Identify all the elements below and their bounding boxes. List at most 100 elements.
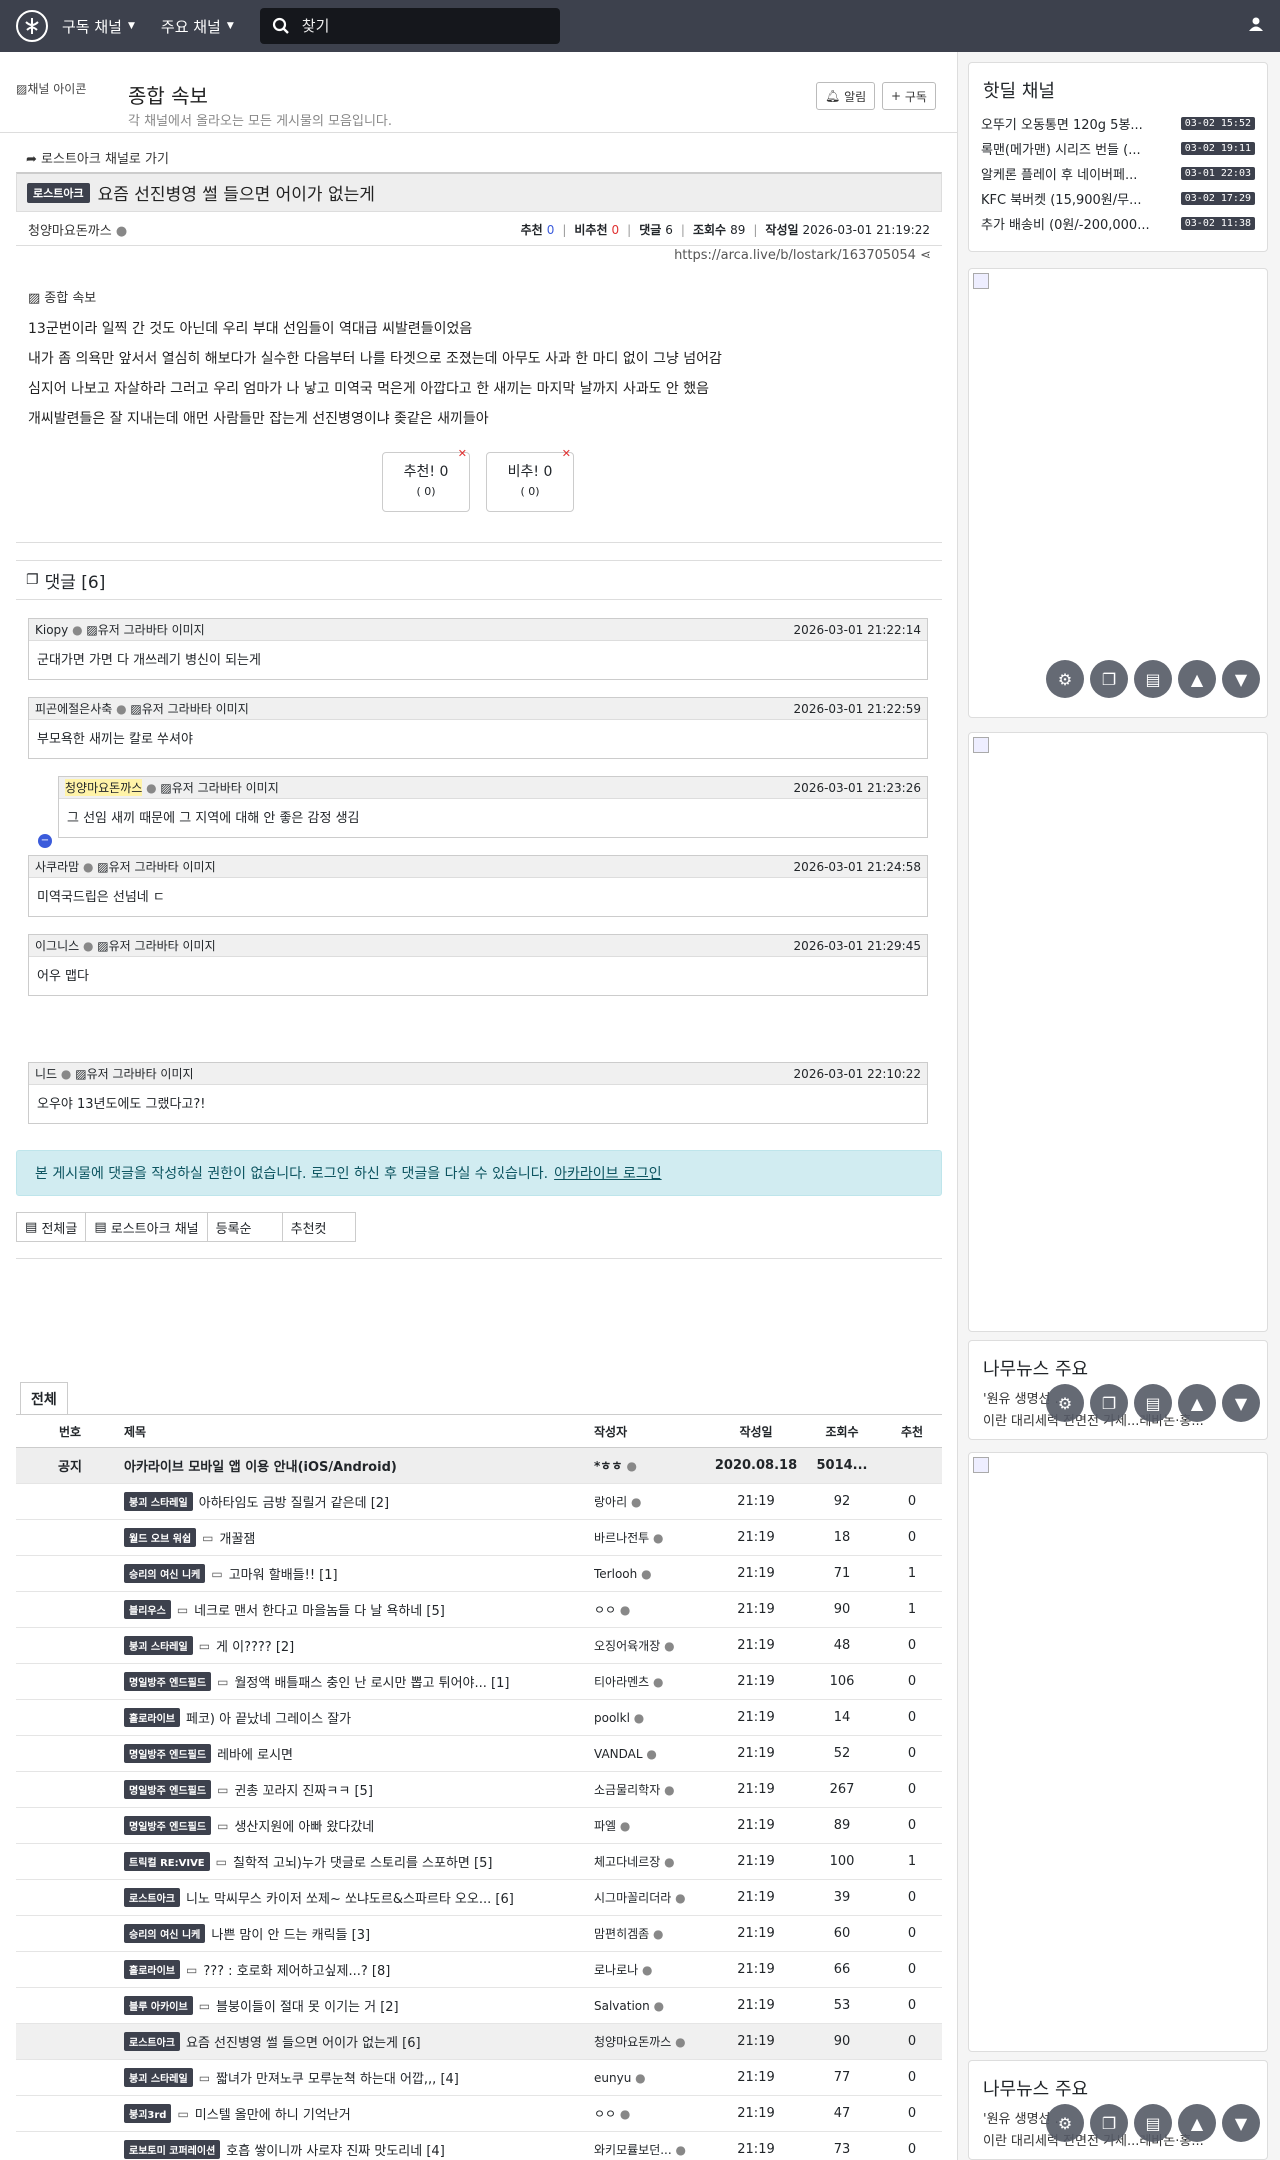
copy-icon[interactable]: ❐ <box>1090 1384 1128 1422</box>
settings-gear-icon[interactable]: ⚙ <box>1046 2104 1084 2142</box>
post-author[interactable]: ㅇㅇ ● <box>594 1601 710 1618</box>
login-link[interactable]: 아카라이브 로그인 <box>554 1163 662 1183</box>
vote-up-button[interactable]: 추천! 0 ( 0) ✕ <box>382 447 470 512</box>
post-title-cell[interactable]: 붕괴 스타레일 아하타임도 금방 질릴거 같은데 [2] <box>124 1492 594 1511</box>
settings-gear-icon[interactable]: ⚙ <box>1046 1384 1084 1422</box>
post-title-cell[interactable]: 블루 아카이브 ▭ 블붕이들이 절대 못 이기는 거 [2] <box>124 1996 594 2015</box>
table-row[interactable]: 붕괴 스타레일 아하타임도 금방 질릴거 같은데 [2] 랑아리 ● 21:19 92 0 <box>16 1484 942 1520</box>
post-title-cell[interactable]: 월드 오브 워쉽 ▭ 개꿀잼 <box>124 1528 594 1547</box>
post-author[interactable]: 티아라멘츠 ● <box>594 1673 710 1690</box>
scroll-up-icon[interactable]: ▲ <box>1178 1384 1216 1422</box>
scroll-down-icon[interactable]: ▼ <box>1222 2104 1260 2142</box>
table-row[interactable]: 명일방주 엔드필드 ▭ 생산지원에 아빠 왔다갔네 파엘 ● 21:19 89 0 <box>16 1808 942 1844</box>
hotdeal-item[interactable]: 알케론 플레이 후 네이버페... 03-01 22:03 <box>969 161 1267 186</box>
back-to-channel-link[interactable]: ➦ 로스트아크 채널로 가기 <box>26 148 169 167</box>
post-title-cell[interactable]: 승리의 여신 니케 ▭ 고마워 할배들!! [1] <box>124 1564 594 1583</box>
post-author[interactable]: ㅇㅇ ● <box>594 2105 710 2122</box>
user-icon[interactable] <box>1248 16 1264 36</box>
vote-down-button[interactable]: 비추! 0 ( 0) ✕ <box>486 447 574 512</box>
list-icon[interactable]: ▤ <box>1134 2104 1172 2142</box>
post-title-cell[interactable]: 붕괴 스타레일 ▭ 짧녀가 만져노쿠 모루눈쳑 하는대 어깝,,, [4] <box>124 2068 594 2087</box>
filter-lostark-channel[interactable]: ▤ 로스트아크 채널 <box>85 1212 208 1242</box>
comment-author[interactable]: 피곤에절은사축 <box>35 700 112 717</box>
post-author[interactable]: Terlooh ● <box>594 1567 710 1581</box>
table-row[interactable]: 붕괴 스타레일 ▭ 짧녀가 만져노쿠 모루눈쳑 하는대 어깝,,, [4] eunyu… <box>16 2060 942 2096</box>
post-author[interactable]: 파엘 ● <box>594 1817 710 1834</box>
list-icon[interactable]: ▤ <box>1134 660 1172 698</box>
scroll-down-icon[interactable]: ▼ <box>1222 660 1260 698</box>
scroll-down-icon[interactable]: ▼ <box>1222 1384 1260 1422</box>
table-row[interactable]: 로보토미 코퍼레이션 호흡 쌓이니까 사로쟈 진짜 맛도리네 [4] 와키모률보던.… <box>16 2132 942 2160</box>
subscribe-button[interactable]: + 구독 <box>882 82 936 110</box>
notice-row[interactable]: 공지 아카라이브 모바일 앱 이용 안내(iOS/Android) *ㅎㅎ ● … <box>16 1448 942 1484</box>
filter-recommend-cut[interactable]: 추천컷 <box>281 1212 356 1242</box>
table-row[interactable]: 승리의 여신 니케 ▭ 고마워 할배들!! [1] Terlooh ● 21:19 71 1 <box>16 1556 942 1592</box>
post-title-cell[interactable]: 명일방주 엔드필드 ▭ 월정액 배틀패스 충인 난 로시만 뽑고 튀어야... [1… <box>124 1672 594 1691</box>
post-author[interactable]: 청양마요돈까스 ● <box>594 2033 710 2050</box>
table-row[interactable]: 명일방주 엔드필드 ▭ 월정액 배틀패스 충인 난 로시만 뽑고 튀어야... [1… <box>16 1664 942 1700</box>
post-title-cell[interactable]: 명일방주 엔드필드 ▭ 귄총 꼬라지 진짜ㅋㅋ [5] <box>124 1780 594 1799</box>
post-author[interactable]: 랑아리 ● <box>594 1493 710 1510</box>
copy-icon[interactable]: ❐ <box>1090 660 1128 698</box>
table-row[interactable]: 블루 아카이브 ▭ 블붕이들이 절대 못 이기는 거 [2] Salvation ● 2… <box>16 1988 942 2024</box>
post-author[interactable]: 바르나전투 ● <box>594 1529 710 1546</box>
post-author[interactable]: 로나로나 ● <box>594 1961 710 1978</box>
post-title-cell[interactable]: 붕괴 스타레일 ▭ 게 이???? [2] <box>124 1636 594 1655</box>
copy-icon[interactable]: ❐ <box>1090 2104 1128 2142</box>
post-title-cell[interactable]: 로스트아크 요즘 선진병영 썰 들으면 어이가 없는게 [6] <box>124 2032 594 2051</box>
table-row[interactable]: 붕괴3rd ▭ 미스텔 올만에 하니 기억난거 ㅇㅇ ● 21:19 47 0 <box>16 2096 942 2132</box>
table-row[interactable]: 월드 오브 워쉽 ▭ 개꿀잼 바르나전투 ● 21:19 18 0 <box>16 1520 942 1556</box>
post-author[interactable]: Salvation ● <box>594 1999 710 2013</box>
scroll-up-icon[interactable]: ▲ <box>1178 2104 1216 2142</box>
table-row[interactable]: 홀로라이브 페코) 아 끝났네 그레이스 잘가 poolkl ● 21:19 14 0 <box>16 1700 942 1736</box>
post-author[interactable]: 시그마꼴리더라 ● <box>594 1889 710 1906</box>
main-channels-menu[interactable]: 주요 채널 ▼ <box>161 16 234 37</box>
filter-all-posts[interactable]: ▤ 전체글 <box>16 1212 87 1242</box>
post-author[interactable]: poolkl ● <box>594 1711 710 1725</box>
post-author[interactable]: VANDAL ● <box>594 1747 710 1761</box>
site-logo-icon[interactable] <box>16 10 48 42</box>
hotdeal-item[interactable]: KFC 북버켓 (15,900원/무... 03-02 17:29 <box>969 186 1267 211</box>
table-row[interactable]: 명일방주 엔드필드 레바에 로시면 VANDAL ● 21:19 52 0 <box>16 1736 942 1772</box>
table-row[interactable]: 승리의 여신 니케 나쁜 맘이 안 드는 캐릭들 [3] 맘편히겜좀 ● 21:19 6… <box>16 1916 942 1952</box>
post-title-cell[interactable]: 홀로라이브 페코) 아 끝났네 그레이스 잘가 <box>124 1708 594 1727</box>
post-title-cell[interactable]: 명일방주 엔드필드 ▭ 생산지원에 아빠 왔다갔네 <box>124 1816 594 1835</box>
post-title-cell[interactable]: 로보토미 코퍼레이션 호흡 쌓이니까 사로쟈 진짜 맛도리네 [4] <box>124 2140 594 2159</box>
table-row[interactable]: 명일방주 엔드필드 ▭ 귄총 꼬라지 진짜ㅋㅋ [5] 소금물리학자 ● 21:19 26… <box>16 1772 942 1808</box>
post-title-cell[interactable]: 승리의 여신 니케 나쁜 맘이 안 드는 캐릭들 [3] <box>124 1924 594 1943</box>
comment-author[interactable]: 니드 <box>35 1065 57 1082</box>
comment-author[interactable]: Kiopy <box>35 623 68 637</box>
list-tab-all[interactable]: 전체 <box>20 1382 68 1414</box>
table-row[interactable]: 트릭컬 RE:VIVE ▭ 칠학적 고뇌)누가 댓글로 스토리를 스포하면 [5] 체… <box>16 1844 942 1880</box>
post-author[interactable]: 체고다네르장 ● <box>594 1853 710 1870</box>
post-author[interactable]: 맘편히겜좀 ● <box>594 1925 710 1942</box>
post-title-cell[interactable]: 블리우스 ▭ 네크로 맨서 한다고 마을놈들 다 날 욕하네 [5] <box>124 1600 594 1619</box>
post-author[interactable]: eunyu ● <box>594 2071 710 2085</box>
table-row[interactable]: 붕괴 스타레일 ▭ 게 이???? [2] 오징어육개장 ● 21:19 48 0 <box>16 1628 942 1664</box>
post-title-cell[interactable]: 로스트아크 니노 막씨무스 카이저 쏘제~ 쏘냐도르&스파르타 오오... [6] <box>124 1888 594 1907</box>
filter-sort-order[interactable]: 등록순 <box>206 1212 283 1242</box>
article-author[interactable]: 청양마요돈까스 ● <box>28 220 127 239</box>
category-badge[interactable]: 로스트아크 <box>27 182 90 203</box>
hotdeal-item[interactable]: 오뚜기 오동통면 120g 5봉... 03-02 15:52 <box>969 111 1267 136</box>
scroll-up-icon[interactable]: ▲ <box>1178 660 1216 698</box>
table-row[interactable]: 로스트아크 요즘 선진병영 썰 들으면 어이가 없는게 [6] 청양마요돈까스 ● 2… <box>16 2024 942 2060</box>
comment-author[interactable]: 사쿠라맘 <box>35 858 79 875</box>
post-author[interactable]: 소금물리학자 ● <box>594 1781 710 1798</box>
alarm-button[interactable]: 🔔︎ 알림 <box>816 82 876 110</box>
subscribed-channels-menu[interactable]: 구독 채널 ▼ <box>62 16 135 37</box>
list-icon[interactable]: ▤ <box>1134 1384 1172 1422</box>
hotdeal-item[interactable]: 추가 배송비 (0원/-200,000... 03-02 11:38 <box>969 211 1267 236</box>
post-author[interactable]: 오징어육개장 ● <box>594 1637 710 1654</box>
table-row[interactable]: 블리우스 ▭ 네크로 맨서 한다고 마을놈들 다 날 욕하네 [5] ㅇㅇ ● 21:1… <box>16 1592 942 1628</box>
hotdeal-item[interactable]: 록맨(메가맨) 시리즈 번들 (... 03-02 19:11 <box>969 136 1267 161</box>
settings-gear-icon[interactable]: ⚙ <box>1046 660 1084 698</box>
table-row[interactable]: 로스트아크 니노 막씨무스 카이저 쏘제~ 쏘냐도르&스파르타 오오... [6]… <box>16 1880 942 1916</box>
article-url[interactable]: https://arca.live/b/lostark/163705054 ⋖ <box>674 248 931 263</box>
comment-author[interactable]: 청양마요돈까스 <box>65 779 143 796</box>
post-title-cell[interactable]: 붕괴3rd ▭ 미스텔 올만에 하니 기억난거 <box>124 2104 594 2123</box>
post-title-cell[interactable]: 명일방주 엔드필드 레바에 로시면 <box>124 1744 594 1763</box>
table-row[interactable]: 홀로라이브 ▭ ??? : 호로화 제어하고싶제...? [8] 로나로나 ● 21:1… <box>16 1952 942 1988</box>
post-title-cell[interactable]: 트릭컬 RE:VIVE ▭ 칠학적 고뇌)누가 댓글로 스토리를 스포하면 [5] <box>124 1852 594 1871</box>
post-author[interactable]: 와키모률보던... ● <box>594 2141 710 2158</box>
